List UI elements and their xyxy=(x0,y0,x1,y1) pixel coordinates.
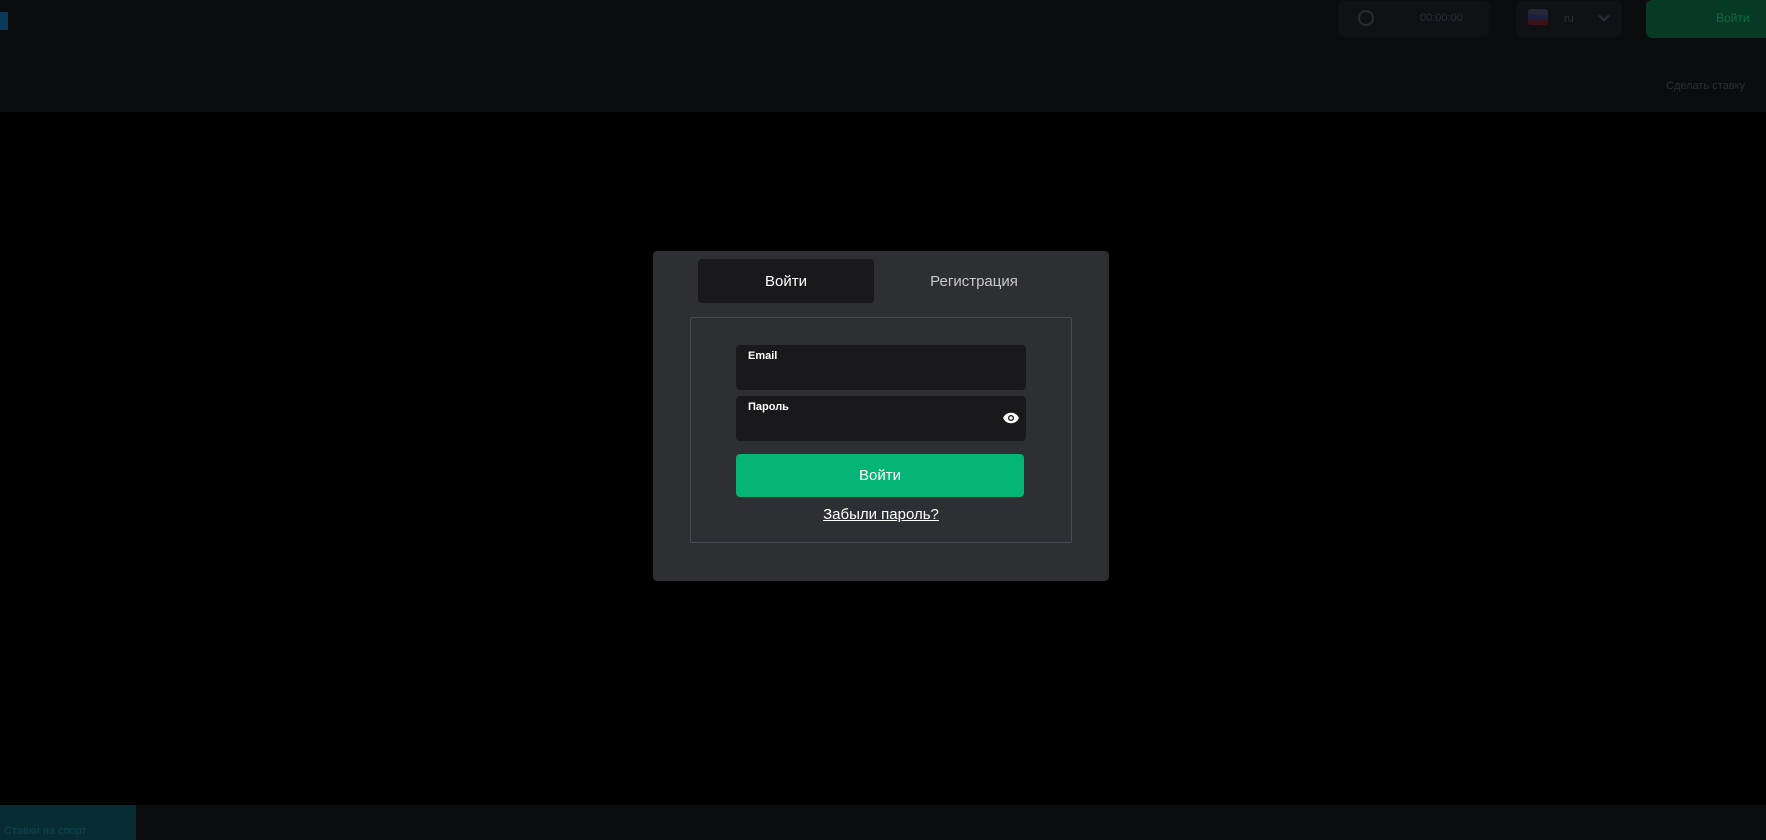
password-input[interactable] xyxy=(748,416,998,436)
bottom-chip-label: Ставки на спорт xyxy=(4,825,87,837)
login-submit-button[interactable]: Войти xyxy=(736,454,1024,497)
header-secondary-link[interactable]: Сделать ставку xyxy=(1666,80,1745,92)
login-form: Email Пароль Войти Забыли пароль? xyxy=(690,317,1072,543)
clock-widget: 00:00:00 xyxy=(1338,1,1490,37)
email-field[interactable]: Email xyxy=(736,345,1026,390)
page: 00:00:00 ru Войти Сделать ставку Ставки … xyxy=(0,0,1766,840)
bottom-bar: Ставки на спорт xyxy=(0,805,1766,840)
auth-tabs: Войти Регистрация xyxy=(698,259,1062,303)
bottom-chip[interactable]: Ставки на спорт xyxy=(0,805,136,840)
password-label: Пароль xyxy=(748,401,789,413)
tab-register[interactable]: Регистрация xyxy=(886,259,1062,303)
language-code: ru xyxy=(1564,13,1574,25)
flag-icon xyxy=(1528,9,1548,25)
eye-icon[interactable] xyxy=(1002,409,1020,427)
header-login-label: Войти xyxy=(1716,11,1750,25)
top-header: 00:00:00 ru Войти Сделать ставку xyxy=(0,0,1766,112)
clock-time: 00:00:00 xyxy=(1420,12,1463,24)
logo-fragment xyxy=(0,12,8,30)
password-field[interactable]: Пароль xyxy=(736,396,1026,441)
header-login-button[interactable]: Войти xyxy=(1646,0,1766,38)
auth-modal: Войти Регистрация Email Пароль Войти Заб… xyxy=(653,251,1109,581)
email-label: Email xyxy=(748,350,778,362)
email-input[interactable] xyxy=(748,365,998,385)
forgot-password-link[interactable]: Забыли пароль? xyxy=(691,506,1071,523)
clock-icon xyxy=(1358,10,1374,26)
tab-login[interactable]: Войти xyxy=(698,259,874,303)
